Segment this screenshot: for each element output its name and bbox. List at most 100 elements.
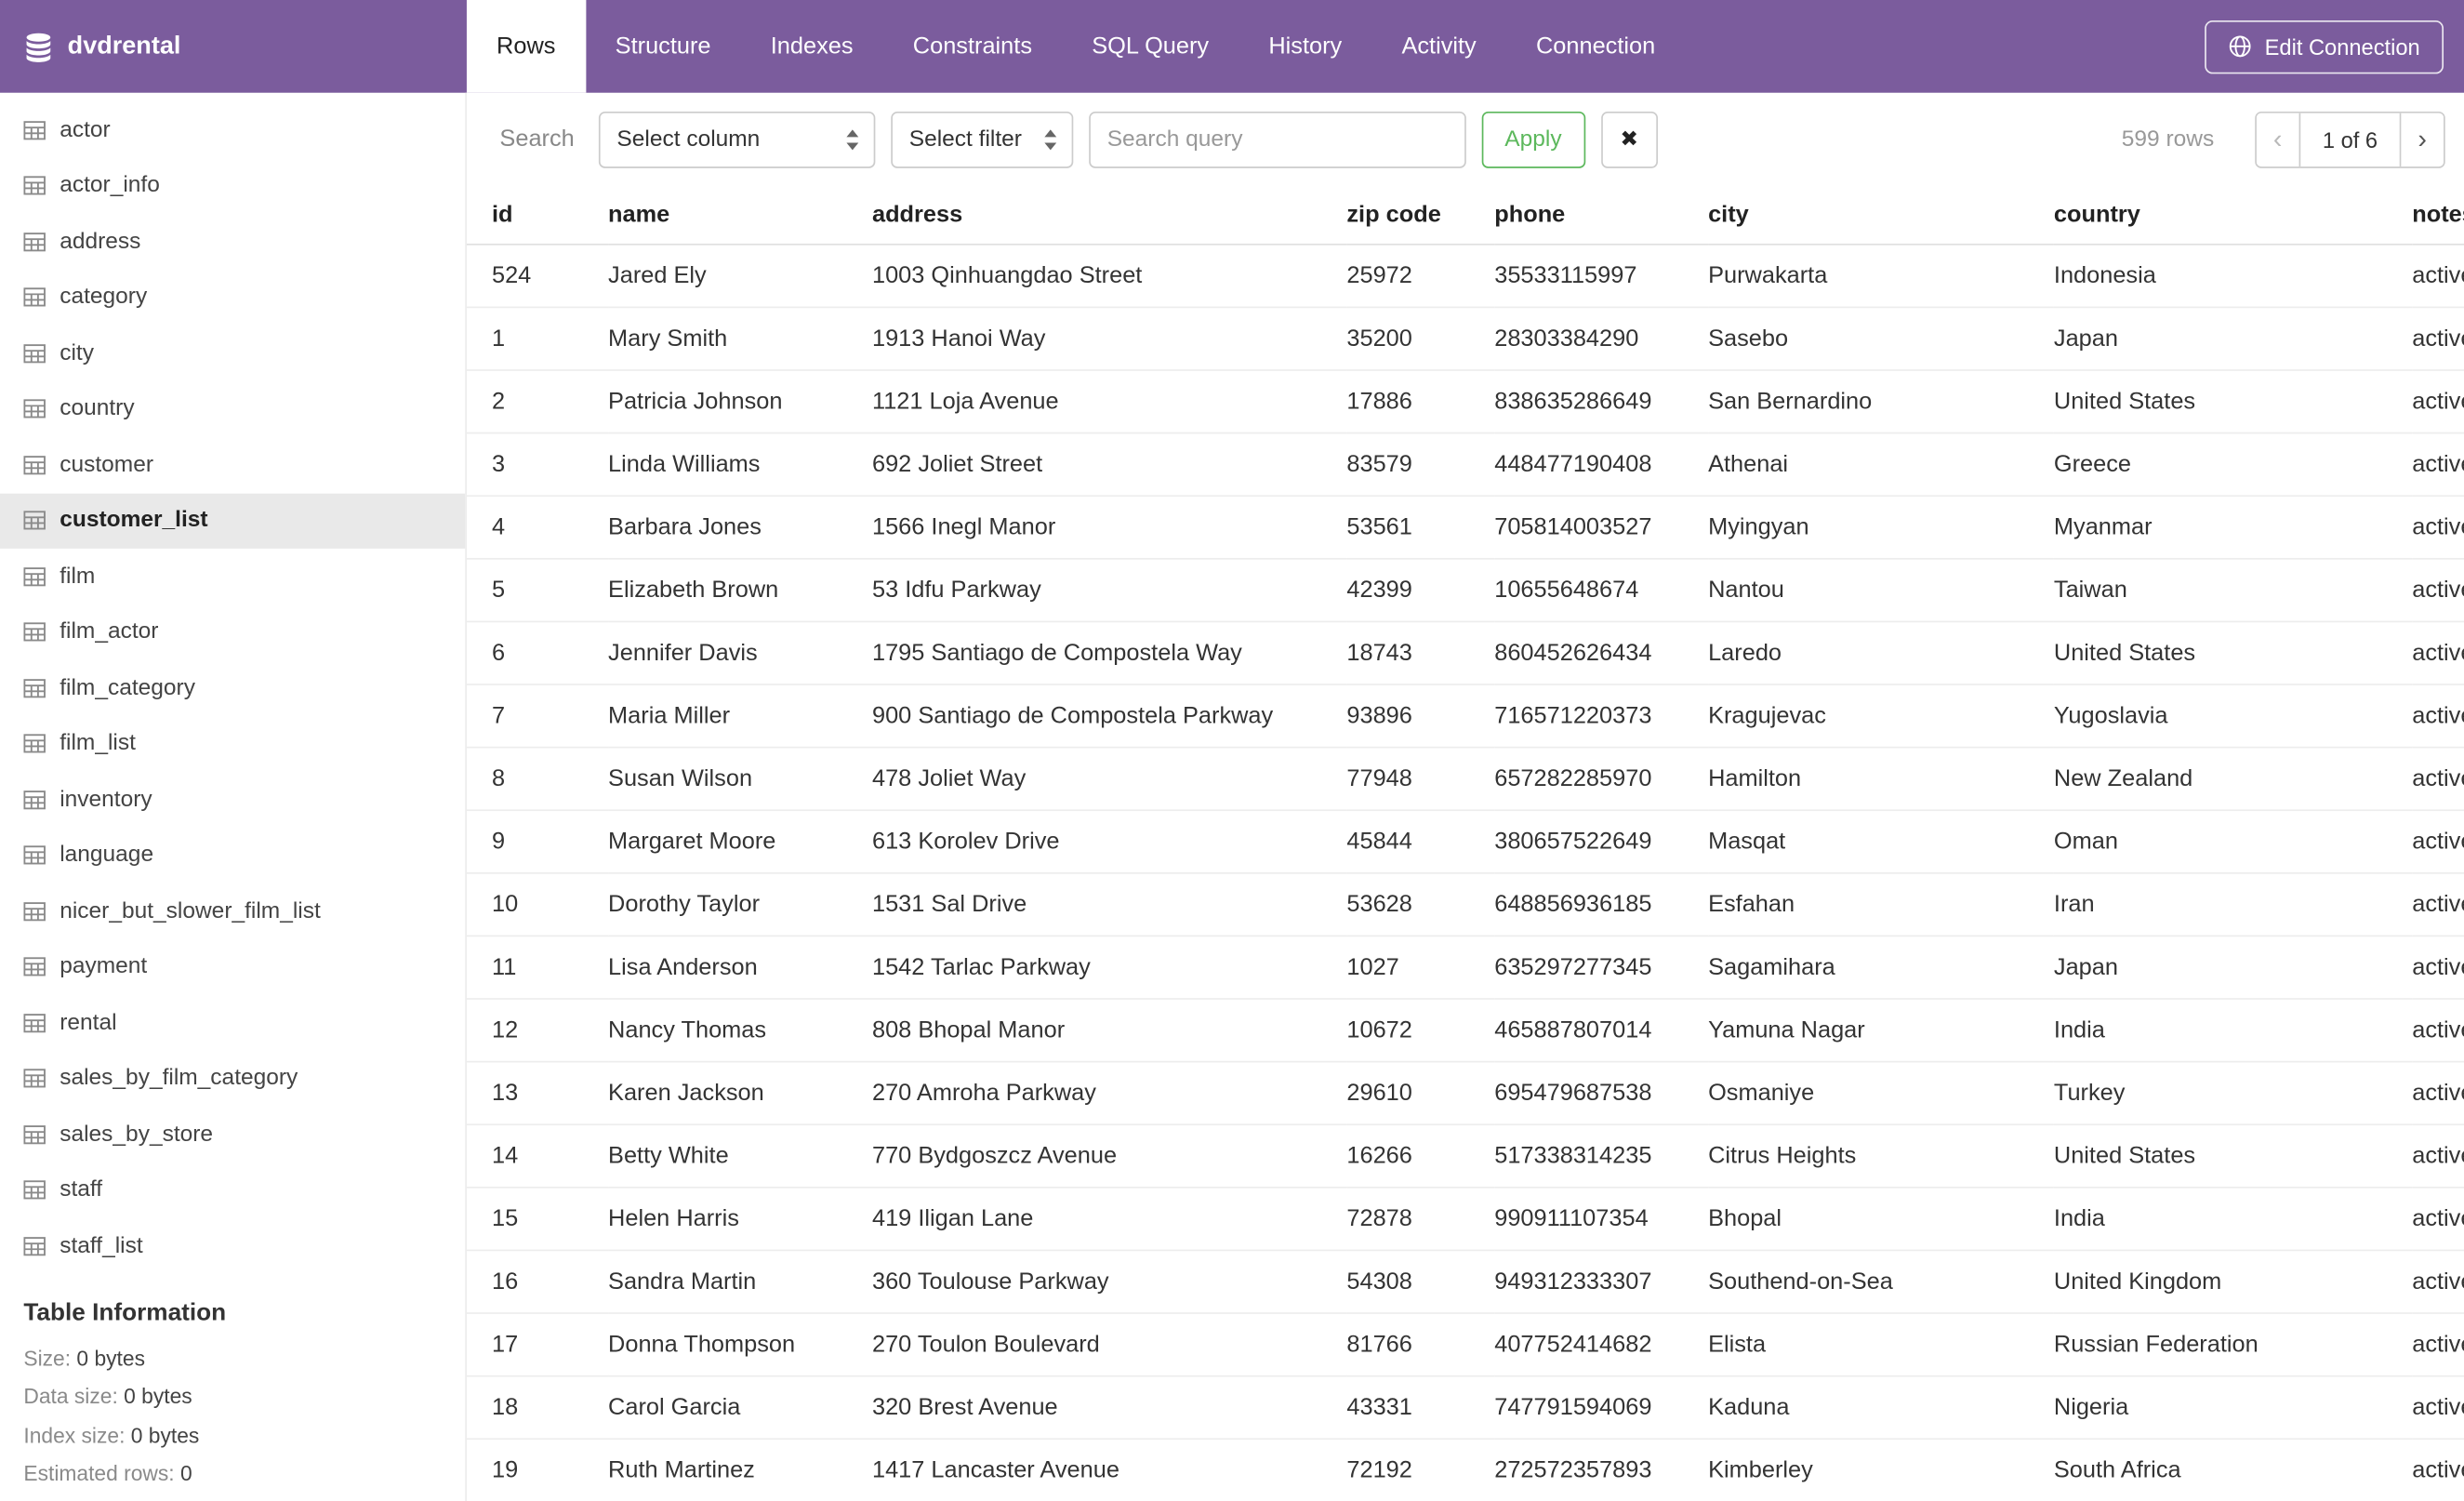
search-label: Search: [499, 126, 575, 153]
table-row[interactable]: 13 Karen Jackson 270 Amroha Parkway 29610 69…: [466, 1061, 2464, 1126]
column-header-id[interactable]: id: [466, 185, 609, 246]
table-row[interactable]: 12 Nancy Thomas 808 Bhopal Manor 10672 46588…: [466, 999, 2464, 1063]
table-cell: 45844: [1346, 810, 1495, 874]
table-row[interactable]: 524 Jared Ely 1003 Qinhuangdao Street 25972…: [466, 244, 2464, 309]
table-cell: 838635286649: [1494, 370, 1709, 434]
table-row[interactable]: 19 Ruth Martinez 1417 Lancaster Avenue 7219…: [466, 1439, 2464, 1501]
table-cell: 692 Joliet Street: [871, 432, 1347, 498]
table-grid-icon: [23, 677, 46, 699]
sidebar-item-film-actor[interactable]: film_actor: [0, 604, 465, 660]
table-row[interactable]: 7 Maria Miller 900 Santiago de Compostela …: [466, 684, 2464, 749]
filter-select[interactable]: Select filter: [890, 111, 1073, 167]
table-cell: Iran: [2053, 872, 2413, 937]
toolbar: Search Select column Select filter Apply…: [467, 93, 2464, 186]
table-cell: Jared Ely: [608, 244, 872, 309]
column-header-country[interactable]: country: [2053, 185, 2413, 246]
sidebar-item-actor-info[interactable]: actor_info: [0, 158, 465, 214]
main-content: Search Select column Select filter Apply…: [466, 93, 2464, 1501]
filter-select-value: Select filter: [908, 126, 1022, 153]
table-row[interactable]: 6 Jennifer Davis 1795 Santiago de Composte…: [466, 621, 2464, 685]
table-row[interactable]: 3 Linda Williams 692 Joliet Street 83579 448…: [466, 432, 2464, 498]
sidebar-item-city[interactable]: city: [0, 325, 465, 381]
table-cell: active: [2412, 558, 2464, 623]
column-select[interactable]: Select column: [598, 111, 875, 167]
table-cell: 419 Iligan Lane: [871, 1187, 1347, 1252]
clear-filter-button[interactable]: ✖: [1600, 111, 1658, 167]
table-name: inventory: [60, 787, 152, 813]
tab-history[interactable]: History: [1239, 0, 1371, 93]
prev-page-button[interactable]: ‹: [2256, 112, 2299, 166]
tab-activity[interactable]: Activity: [1371, 0, 1506, 93]
table-row[interactable]: 5 Elizabeth Brown 53 Idfu Parkway 42399 1065…: [466, 558, 2464, 623]
database-name: dvdrental: [67, 32, 181, 60]
table-cell: active: [2412, 496, 2464, 560]
table-name: rental: [60, 1010, 117, 1036]
column-header-zip-code[interactable]: zip code: [1346, 185, 1495, 246]
table-grid-icon: [23, 342, 46, 365]
table-name: customer: [60, 452, 154, 478]
table-cell: 4: [466, 496, 609, 560]
sidebar-item-actor[interactable]: actor: [0, 102, 465, 158]
table-name: country: [60, 396, 135, 422]
search-input[interactable]: [1088, 111, 1466, 167]
table-row[interactable]: 8 Susan Wilson 478 Joliet Way 77948 65728228…: [466, 747, 2464, 812]
sidebar-item-category[interactable]: category: [0, 270, 465, 325]
sidebar-item-customer[interactable]: customer: [0, 437, 465, 493]
table-row[interactable]: 17 Donna Thompson 270 Toulon Boulevard 8176…: [466, 1313, 2464, 1377]
table-cell: 25972: [1346, 244, 1495, 309]
sidebar-item-sales-by-store[interactable]: sales_by_store: [0, 1107, 465, 1162]
sidebar-item-staff[interactable]: staff: [0, 1162, 465, 1218]
sidebar-item-film[interactable]: film: [0, 549, 465, 604]
next-page-button[interactable]: ›: [2401, 112, 2444, 166]
tab-constraints[interactable]: Constraints: [883, 0, 1062, 93]
table-cell: 28303384290: [1494, 307, 1709, 371]
sidebar-item-address[interactable]: address: [0, 214, 465, 270]
table-cell: active: [2412, 244, 2464, 309]
table-cell: 35533115997: [1494, 244, 1709, 309]
table-cell: Taiwan: [2053, 558, 2413, 623]
table-cell: Russian Federation: [2053, 1313, 2413, 1377]
tab-sql-query[interactable]: SQL Query: [1062, 0, 1239, 93]
table-cell: 990911107354: [1494, 1187, 1709, 1252]
column-header-phone[interactable]: phone: [1494, 185, 1709, 246]
table-row[interactable]: 2 Patricia Johnson 1121 Loja Avenue 17886 83…: [466, 370, 2464, 434]
table-row[interactable]: 11 Lisa Anderson 1542 Tarlac Parkway 1027 63…: [466, 936, 2464, 1000]
column-header-city[interactable]: city: [1708, 185, 2054, 246]
table-row[interactable]: 18 Carol Garcia 320 Brest Avenue 43331 74779…: [466, 1375, 2464, 1441]
table-row[interactable]: 1 Mary Smith 1913 Hanoi Way 35200 2830338429…: [466, 307, 2464, 371]
apply-button[interactable]: Apply: [1480, 111, 1585, 167]
column-header-name[interactable]: name: [608, 185, 872, 246]
sidebar-item-sales-by-film-category[interactable]: sales_by_film_category: [0, 1051, 465, 1107]
sidebar-item-payment[interactable]: payment: [0, 939, 465, 995]
tab-structure[interactable]: Structure: [586, 0, 741, 93]
info-index-size: Index size: 0 bytes: [23, 1423, 200, 1447]
column-header-notes[interactable]: notes: [2412, 185, 2464, 246]
sidebar-item-customer-list[interactable]: customer_list: [0, 492, 466, 549]
tab-connection[interactable]: Connection: [1506, 0, 1685, 93]
sidebar-item-language[interactable]: language: [0, 828, 465, 883]
table-row[interactable]: 10 Dorothy Taylor 1531 Sal Drive 53628 64885…: [466, 872, 2464, 937]
table-cell: 747791594069: [1494, 1375, 1709, 1441]
table-row[interactable]: 4 Barbara Jones 1566 Inegl Manor 53561 70581…: [466, 496, 2464, 560]
table-row[interactable]: 16 Sandra Martin 360 Toulouse Parkway 54308…: [466, 1250, 2464, 1314]
table-row[interactable]: 14 Betty White 770 Bydgoszcz Avenue 16266 51…: [466, 1124, 2464, 1189]
column-header-address[interactable]: address: [871, 185, 1347, 246]
sidebar-item-rental[interactable]: rental: [0, 995, 465, 1051]
table-cell: Kimberley: [1708, 1439, 2054, 1501]
sidebar-item-film-list[interactable]: film_list: [0, 716, 465, 772]
table-cell: 18743: [1346, 621, 1495, 685]
table-row[interactable]: 15 Helen Harris 419 Iligan Lane 72878 990911…: [466, 1187, 2464, 1252]
select-updown-icon: [844, 128, 858, 151]
sidebar-item-country[interactable]: country: [0, 381, 465, 437]
table-cell: United Kingdom: [2053, 1250, 2413, 1314]
table-row[interactable]: 9 Margaret Moore 613 Korolev Drive 45844 380…: [466, 810, 2464, 874]
sidebar-item-inventory[interactable]: inventory: [0, 772, 465, 828]
tab-indexes[interactable]: Indexes: [741, 0, 883, 93]
edit-connection-button[interactable]: Edit Connection: [2205, 20, 2444, 73]
tab-rows[interactable]: Rows: [466, 0, 586, 93]
sidebar-item-film-category[interactable]: film_category: [0, 660, 465, 716]
sidebar-item-nicer-but-slower-film-list[interactable]: nicer_but_slower_film_list: [0, 883, 465, 939]
table-cell: Linda Williams: [608, 432, 872, 498]
table-cell: Kragujevac: [1708, 684, 2054, 749]
sidebar-item-staff-list[interactable]: staff_list: [0, 1218, 465, 1274]
